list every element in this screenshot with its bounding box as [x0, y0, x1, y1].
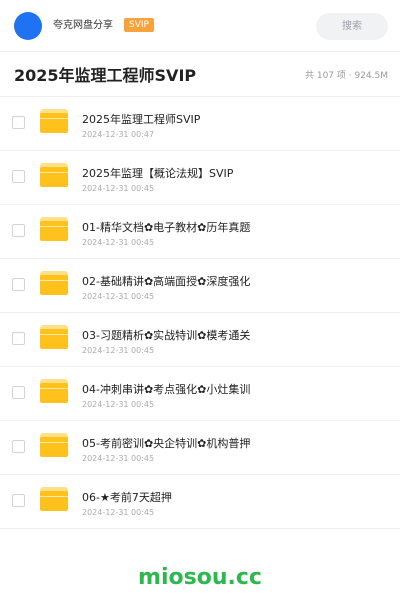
- list-item[interactable]: 06-★考前7天超押 2024-12-31 00:45: [0, 475, 400, 529]
- list-item[interactable]: 03-习题精析✿实战特训✿模考通关 2024-12-31 00:45: [0, 313, 400, 367]
- list-item[interactable]: 02-基础精讲✿高端面授✿深度强化 2024-12-31 00:45: [0, 259, 400, 313]
- header-bar: 夸克网盘分享 SVIP 搜索: [0, 0, 400, 52]
- folder-icon: [40, 379, 68, 403]
- folder-icon: [40, 163, 68, 187]
- select-checkbox[interactable]: [12, 386, 25, 399]
- svip-badge: SVIP: [124, 18, 154, 32]
- folder-icon: [40, 271, 68, 295]
- select-checkbox[interactable]: [12, 440, 25, 453]
- select-checkbox[interactable]: [12, 224, 25, 237]
- select-checkbox[interactable]: [12, 116, 25, 129]
- file-name: 2025年监理工程师SVIP: [82, 113, 201, 126]
- file-date: 2024-12-31 00:45: [82, 238, 155, 247]
- file-list: 2025年监理工程师SVIP 2024-12-31 00:47 2025年监理【…: [0, 97, 400, 529]
- file-name: 02-基础精讲✿高端面授✿深度强化: [82, 275, 251, 288]
- file-name: 03-习题精析✿实战特训✿模考通关: [82, 329, 251, 342]
- list-item[interactable]: 05-考前密训✿央企特训✿机构普押 2024-12-31 00:45: [0, 421, 400, 475]
- folder-icon: [40, 433, 68, 457]
- folder-icon: [40, 109, 68, 133]
- list-item[interactable]: 01-精华文档✿电子教材✿历年真题 2024-12-31 00:45: [0, 205, 400, 259]
- list-item[interactable]: 2025年监理【概论法规】SVIP 2024-12-31 00:45: [0, 151, 400, 205]
- file-name: 2025年监理【概论法规】SVIP: [82, 167, 234, 180]
- file-date: 2024-12-31 00:45: [82, 454, 155, 463]
- file-name: 04-冲刺串讲✿考点强化✿小灶集训: [82, 383, 251, 396]
- file-date: 2024-12-31 00:45: [82, 292, 155, 301]
- select-checkbox[interactable]: [12, 278, 25, 291]
- file-name: 01-精华文档✿电子教材✿历年真题: [82, 221, 251, 234]
- file-date: 2024-12-31 00:45: [82, 508, 155, 517]
- list-item[interactable]: 2025年监理工程师SVIP 2024-12-31 00:47: [0, 97, 400, 151]
- folder-icon: [40, 217, 68, 241]
- select-checkbox[interactable]: [12, 494, 25, 507]
- file-date: 2024-12-31 00:47: [82, 130, 155, 139]
- watermark-text: miosou.cc: [138, 565, 262, 590]
- folder-icon: [40, 325, 68, 349]
- avatar[interactable]: [14, 12, 42, 40]
- select-checkbox[interactable]: [12, 332, 25, 345]
- folder-icon: [40, 487, 68, 511]
- page-title: 2025年监理工程师SVIP: [14, 66, 197, 85]
- file-date: 2024-12-31 00:45: [82, 400, 155, 409]
- select-checkbox[interactable]: [12, 170, 25, 183]
- file-name: 05-考前密训✿央企特训✿机构普押: [82, 437, 251, 450]
- list-item[interactable]: 04-冲刺串讲✿考点强化✿小灶集训 2024-12-31 00:45: [0, 367, 400, 421]
- share-name: 夸克网盘分享: [53, 20, 113, 31]
- file-date: 2024-12-31 00:45: [82, 184, 155, 193]
- title-row: 2025年监理工程师SVIP 共 107 项 · 924.5M: [0, 53, 400, 97]
- file-date: 2024-12-31 00:45: [82, 346, 155, 355]
- item-count-size: 共 107 项 · 924.5M: [304, 71, 388, 81]
- search-button[interactable]: 搜索: [316, 13, 388, 40]
- file-name: 06-★考前7天超押: [82, 491, 172, 504]
